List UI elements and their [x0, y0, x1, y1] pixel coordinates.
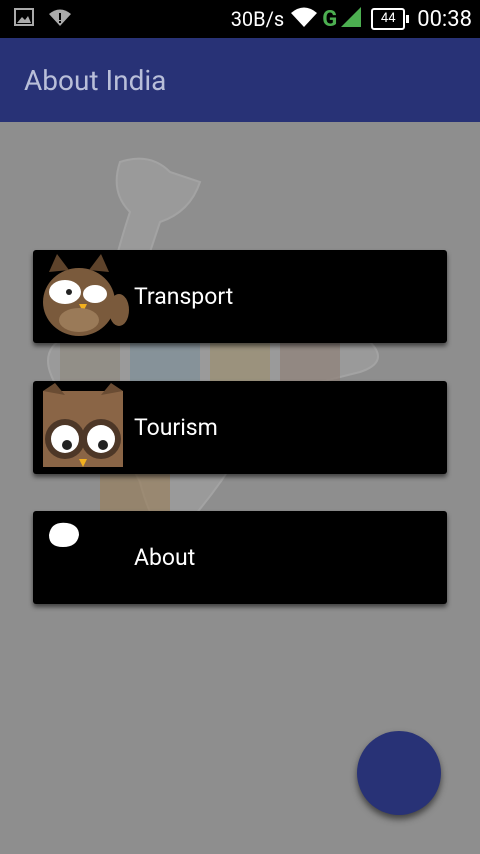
network-type: G — [322, 6, 338, 32]
image-icon — [14, 8, 34, 30]
app-bar: About India — [0, 38, 480, 122]
menu-item-label: Tourism — [134, 414, 218, 441]
menu-item-label: Transport — [134, 283, 234, 310]
battery-icon: 44 — [371, 8, 410, 30]
menu-item-about[interactable]: About — [33, 511, 447, 604]
owl-glasses-icon — [39, 383, 129, 471]
menu-item-tourism[interactable]: Tourism — [33, 381, 447, 474]
clock: 00:38 — [417, 6, 472, 32]
menu-item-transport[interactable]: Transport — [33, 250, 447, 343]
menu-item-label: About — [134, 544, 196, 571]
owl-winking-icon — [39, 252, 129, 340]
white-blob-icon — [39, 513, 129, 601]
wifi-icon — [290, 6, 318, 32]
net-speed: 30B/s — [230, 7, 285, 31]
status-bar: 30B/s G 44 00:38 — [0, 0, 480, 38]
signal-alert-icon — [48, 7, 72, 31]
app-title: About India — [24, 63, 167, 97]
cell-signal-icon — [339, 6, 363, 32]
floating-action-button[interactable] — [357, 731, 441, 815]
